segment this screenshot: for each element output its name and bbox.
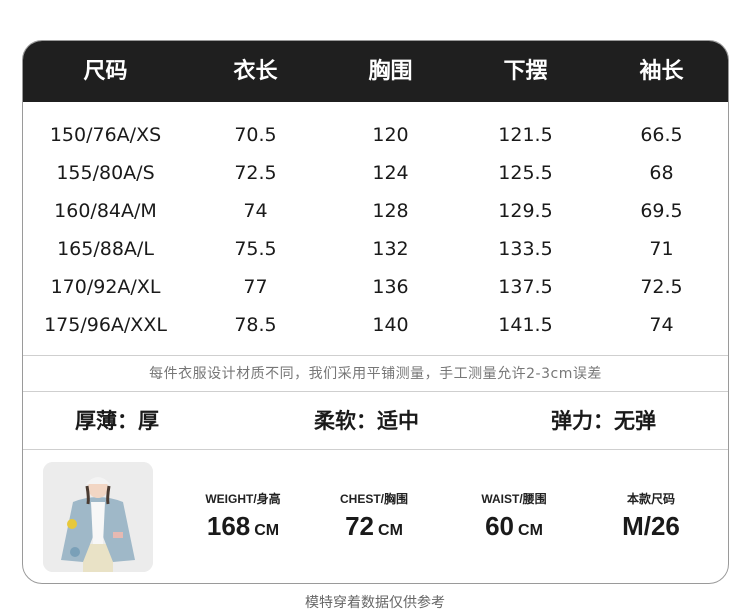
size-chart-card: 尺码 衣长 胸围 下摆 袖长 150/76A/XS 70.5 120 121.5… <box>22 40 729 584</box>
cell-size: 150/76A/XS <box>49 124 162 146</box>
cell-hem: 137.5 <box>498 276 553 298</box>
cell-hem: 141.5 <box>498 314 553 336</box>
stat-number: 72 <box>345 511 375 541</box>
cell-size: 165/88A/L <box>57 238 154 260</box>
stat-value: 72 CM <box>319 511 429 542</box>
divider <box>23 355 728 356</box>
table-header: 尺码 衣长 胸围 下摆 袖长 <box>23 41 728 102</box>
header-sleeve: 袖长 <box>639 59 684 84</box>
cell-sleeve: 68 <box>649 162 674 184</box>
property-thickness: 厚薄：厚 <box>75 393 159 449</box>
table-row: 155/80A/S 72.5 124 125.5 68 <box>23 154 728 192</box>
header-chest: 胸围 <box>368 59 413 84</box>
table-row: 165/88A/L 75.5 132 133.5 71 <box>23 230 728 268</box>
stat-value: 168 CM <box>183 511 303 542</box>
table-row: 170/92A/XL 77 136 137.5 72.5 <box>23 268 728 306</box>
model-figure-image <box>43 462 153 572</box>
cell-sleeve: 69.5 <box>640 200 683 222</box>
model-waist: WAIST/腰围 60 CM <box>459 491 569 542</box>
cell-sleeve: 66.5 <box>640 124 683 146</box>
property-value: 厚 <box>138 409 159 433</box>
table-row: 150/76A/XS 70.5 120 121.5 66.5 <box>23 116 728 154</box>
model-size: 本款尺码 M/26 <box>601 491 701 542</box>
cell-length: 70.5 <box>234 124 277 146</box>
table-row: 175/96A/XXL 78.5 140 141.5 74 <box>23 306 728 344</box>
cell-length: 72.5 <box>234 162 277 184</box>
cell-size: 170/92A/XL <box>50 276 161 298</box>
property-label: 弹力： <box>551 409 614 433</box>
stat-value: 60 CM <box>459 511 569 542</box>
cell-length: 77 <box>243 276 268 298</box>
cell-sleeve: 74 <box>649 314 674 336</box>
stat-unit: CM <box>254 522 280 539</box>
model-chest: CHEST/胸围 72 CM <box>319 491 429 542</box>
cell-sleeve: 71 <box>649 238 674 260</box>
stat-number: 60 <box>485 511 515 541</box>
cell-hem: 133.5 <box>498 238 553 260</box>
stat-unit: CM <box>518 522 543 539</box>
stat-label: CHEST/胸围 <box>339 492 408 506</box>
cell-length: 74 <box>243 200 268 222</box>
cell-chest: 128 <box>372 200 409 222</box>
cell-chest: 120 <box>372 124 409 146</box>
cell-hem: 129.5 <box>498 200 553 222</box>
stat-label: 本款尺码 <box>626 492 675 506</box>
cell-sleeve: 72.5 <box>640 276 683 298</box>
model-photo <box>43 462 153 572</box>
header-hem: 下摆 <box>503 59 548 84</box>
model-height: WEIGHT/身高 168 CM <box>183 491 303 542</box>
cell-size: 155/80A/S <box>56 162 155 184</box>
table-row: 160/84A/M 74 128 129.5 69.5 <box>23 192 728 230</box>
cell-length: 78.5 <box>234 314 277 336</box>
cell-size: 160/84A/M <box>54 200 157 222</box>
stat-label: WEIGHT/身高 <box>205 492 281 506</box>
measurement-note: 每件衣服设计材质不同，我们采用平铺测量，手工测量允许2-3cm误差 <box>149 366 602 382</box>
stat-value: M/26 <box>622 511 680 541</box>
property-value: 无弹 <box>614 409 656 433</box>
stat-number: 168 <box>206 511 251 541</box>
stat-unit: CM <box>378 522 403 539</box>
cell-chest: 132 <box>372 238 409 260</box>
divider <box>23 449 728 450</box>
property-label: 厚薄： <box>75 409 138 433</box>
property-value: 适中 <box>377 409 419 433</box>
property-label: 柔软： <box>314 409 377 433</box>
cell-hem: 125.5 <box>498 162 553 184</box>
divider <box>23 391 728 392</box>
stat-label: WAIST/腰围 <box>481 492 547 506</box>
cell-chest: 124 <box>372 162 409 184</box>
cell-size: 175/96A/XXL <box>44 314 167 336</box>
property-softness: 柔软：适中 <box>314 393 419 449</box>
property-elasticity: 弹力：无弹 <box>551 393 656 449</box>
header-length: 衣长 <box>233 59 278 84</box>
cell-hem: 121.5 <box>498 124 553 146</box>
cell-chest: 140 <box>372 314 409 336</box>
cell-length: 75.5 <box>234 238 277 260</box>
cell-chest: 136 <box>372 276 409 298</box>
fabric-properties: 厚薄：厚 柔软：适中 弹力：无弹 <box>23 393 728 449</box>
header-size: 尺码 <box>83 59 128 84</box>
footer-note: 模特穿着数据仅供参考 <box>305 595 445 611</box>
